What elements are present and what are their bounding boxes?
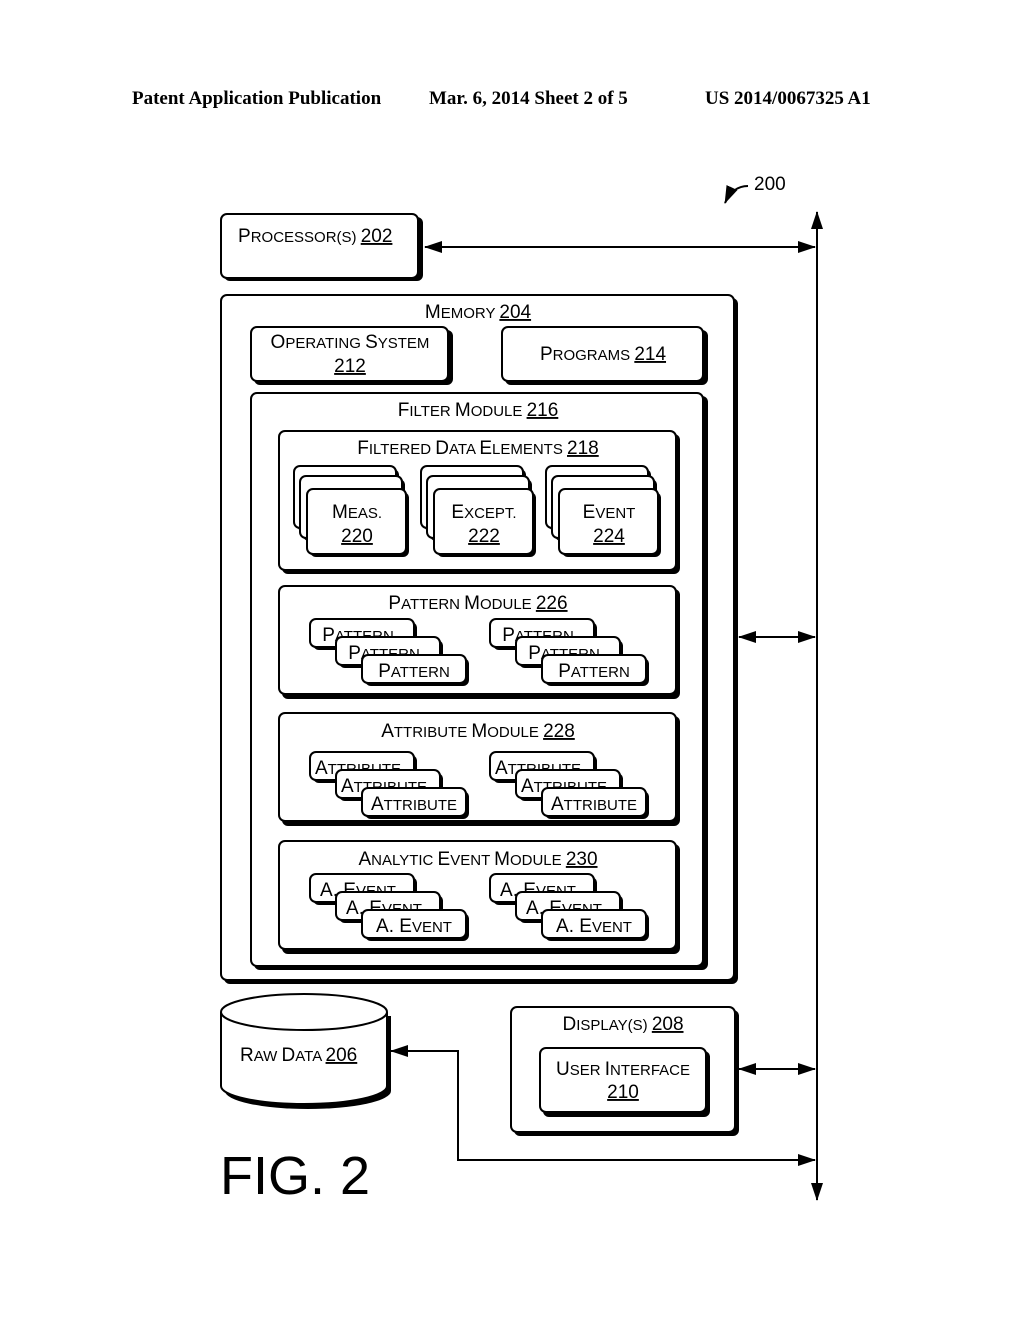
reference-arrow bbox=[724, 185, 749, 204]
figure-ref-number: 200 bbox=[754, 174, 786, 195]
data-element-ref: 220 bbox=[341, 526, 373, 547]
attribute-card: ATTRIBUTE bbox=[541, 787, 649, 819]
data-element-card: EXCEPT. 222 bbox=[433, 488, 536, 557]
svg-text:ATTRIBUTE: ATTRIBUTE bbox=[371, 794, 457, 815]
svg-text:PATTERN MODULE 226: PATTERN MODULE 226 bbox=[388, 593, 567, 614]
svg-text:212: 212 bbox=[334, 356, 366, 377]
operating-system-block: OPERATING SYSTEM 212 bbox=[250, 326, 453, 385]
svg-text:RAW DATA 206: RAW DATA 206 bbox=[240, 1045, 357, 1066]
data-element-ref: 222 bbox=[468, 526, 500, 547]
pattern-card: PATTERN bbox=[361, 654, 469, 686]
processor-block: PROCESSOR(S) 202 bbox=[220, 213, 423, 281]
svg-text:ATTRIBUTE: ATTRIBUTE bbox=[551, 794, 637, 815]
svg-text:FILTER MODULE 216: FILTER MODULE 216 bbox=[398, 400, 559, 421]
data-element-stack: EVENT 224 bbox=[545, 465, 661, 557]
raw-data-store: RAW DATA 206 bbox=[220, 993, 391, 1109]
data-element-stack: EXCEPT. 222 bbox=[420, 465, 536, 557]
analytic-event-card: A. EVENT bbox=[541, 909, 649, 941]
svg-text:MEMORY 204: MEMORY 204 bbox=[425, 302, 532, 323]
data-element-card: EVENT 224 bbox=[558, 488, 661, 557]
svg-text:210: 210 bbox=[607, 1082, 639, 1103]
svg-text:PATTERN: PATTERN bbox=[378, 661, 450, 682]
svg-text:ANALYTIC EVENT MODULE 230: ANALYTIC EVENT MODULE 230 bbox=[358, 849, 597, 870]
svg-text:PROCESSOR(S) 202: PROCESSOR(S) 202 bbox=[238, 226, 392, 247]
svg-text:FILTERED DATA ELEMENTS 218: FILTERED DATA ELEMENTS 218 bbox=[357, 438, 598, 459]
svg-text:EXCEPT.: EXCEPT. bbox=[451, 502, 516, 523]
system-diagram: 200 PROCESSOR(S) 202 MEMORY 204 OPERATIN… bbox=[220, 174, 823, 1206]
user-interface-block: USER INTERFACE 210 bbox=[539, 1047, 710, 1117]
data-element-stack: MEAS. 220 bbox=[293, 465, 409, 557]
svg-text:OPERATING SYSTEM: OPERATING SYSTEM bbox=[271, 332, 430, 353]
attribute-card: ATTRIBUTE bbox=[361, 787, 469, 819]
analytic-event-card: A. EVENT bbox=[361, 909, 469, 941]
programs-block: PROGRAMS 214 bbox=[501, 326, 708, 385]
data-element-card: MEAS. 220 bbox=[306, 488, 409, 557]
data-element-ref: 224 bbox=[593, 526, 625, 547]
svg-text:PROGRAMS 214: PROGRAMS 214 bbox=[540, 344, 667, 365]
svg-text:MEAS.: MEAS. bbox=[332, 502, 382, 523]
svg-text:A. EVENT: A. EVENT bbox=[376, 916, 452, 937]
svg-text:DISPLAY(S) 208: DISPLAY(S) 208 bbox=[562, 1014, 683, 1035]
svg-text:A. EVENT: A. EVENT bbox=[556, 916, 632, 937]
svg-text:PATTERN: PATTERN bbox=[558, 661, 630, 682]
svg-text:EVENT: EVENT bbox=[583, 502, 636, 523]
svg-text:USER INTERFACE: USER INTERFACE bbox=[556, 1059, 690, 1080]
figure-caption: FIG. 2 bbox=[220, 1146, 370, 1206]
pattern-card: PATTERN bbox=[541, 654, 649, 686]
figure-reference: 200 bbox=[724, 174, 786, 204]
svg-text:ATTRIBUTE MODULE 228: ATTRIBUTE MODULE 228 bbox=[381, 721, 575, 742]
